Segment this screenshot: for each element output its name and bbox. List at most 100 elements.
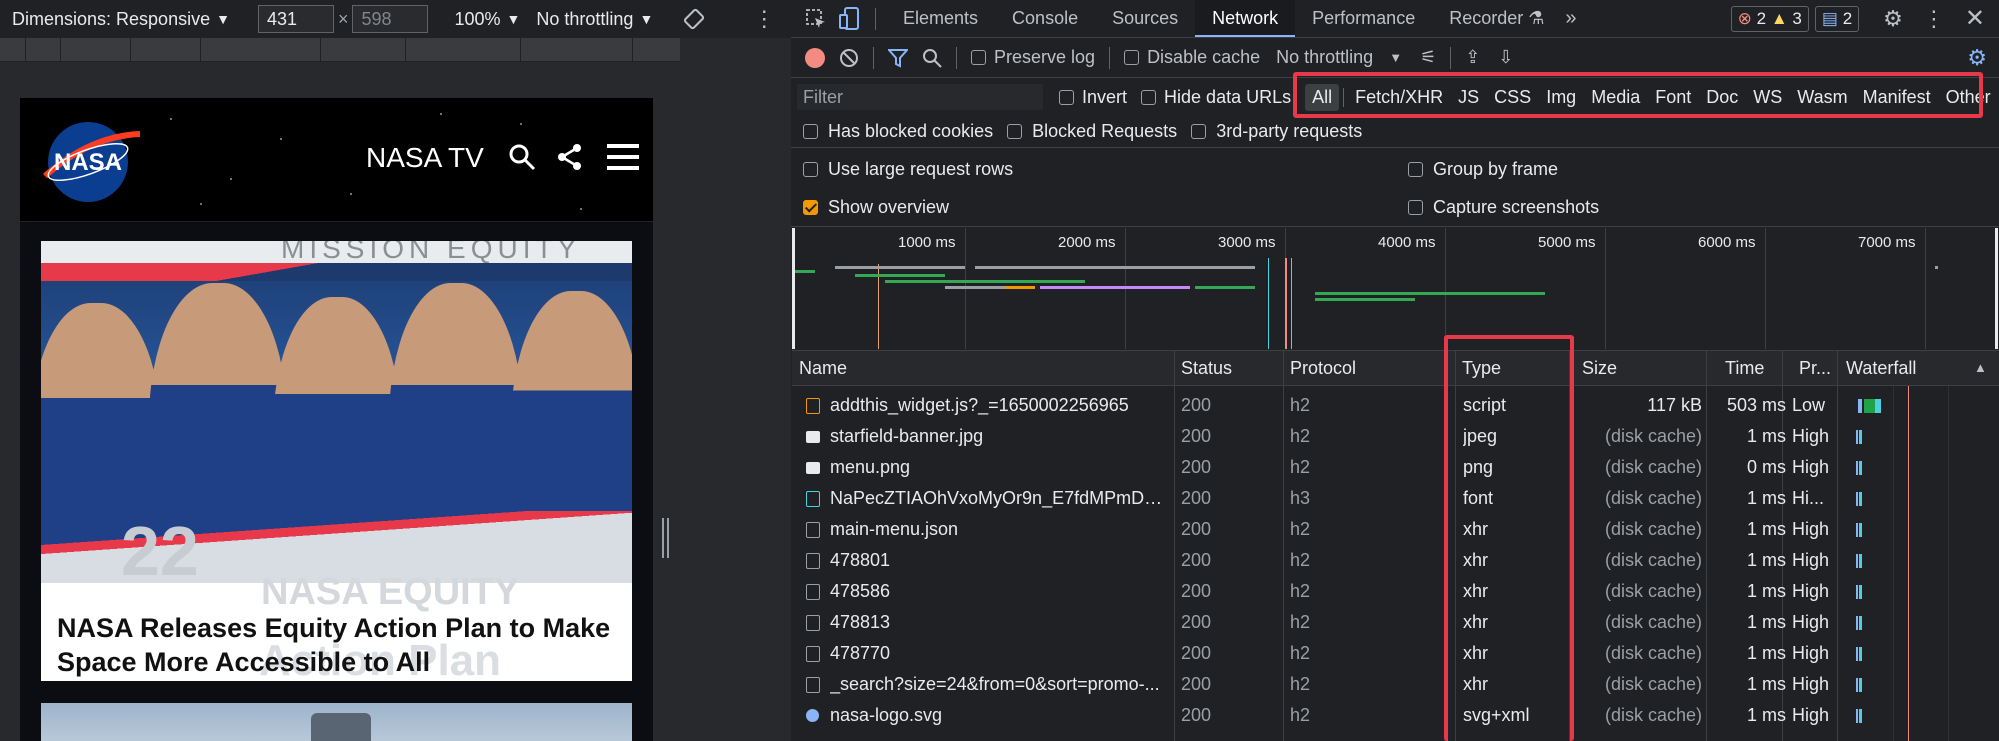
more-options-icon[interactable]: ⋮ [1923,6,1945,32]
request-name[interactable]: starfield-banner.jpg [830,421,1165,452]
column-waterfall[interactable]: Waterfall [1839,351,1916,385]
network-settings: Use large request rows Group by frame Sh… [791,149,1999,227]
search-icon[interactable] [508,143,536,171]
chevron-down-icon[interactable]: ▼ [216,11,230,27]
hide-data-urls-checkbox[interactable] [1141,89,1157,105]
request-name[interactable]: NaPecZTIAOhVxoMyOr9n_E7fdMPmDa... [830,483,1165,514]
large-rows-checkbox[interactable] [803,162,818,177]
table-row[interactable]: 478813 200 h2 xhr (disk cache) 1 ms High [792,607,1999,638]
request-time: 1 ms [1746,426,1786,446]
filter-icon[interactable] [888,48,908,68]
has-blocked-cookies-label: Has blocked cookies [828,121,994,141]
inspect-element-icon[interactable] [805,8,827,30]
table-row[interactable]: addthis_widget.js?_=1650002256965 200 h2 sc… [792,390,1999,421]
column-name[interactable]: Name [792,351,847,385]
column-priority[interactable]: Pr... [1792,351,1831,385]
nasa-logo-icon[interactable]: NASA [40,116,144,204]
export-har-icon[interactable]: ⇩ [1498,47,1513,68]
request-name[interactable]: 478801 [830,545,1165,576]
group-by-frame-checkbox[interactable] [1408,162,1423,177]
waterfall-bar [1856,492,1858,506]
table-row[interactable]: nasa-logo.svg 200 h2 svg+xml (disk cache) 1 m… [792,700,1999,731]
waterfall-bar [1875,399,1881,413]
message-icon: ▤ [1821,8,1838,28]
rotate-icon[interactable] [683,8,705,30]
article-title[interactable]: NASA Releases Equity Action Plan to Make… [57,611,617,679]
request-size: 117 kB [1647,395,1702,415]
throttling-select[interactable]: No throttling [1276,47,1373,68]
column-status[interactable]: Status [1174,351,1232,385]
table-row[interactable]: menu.png 200 h2 png (disk cache) 0 ms High [792,452,1999,483]
search-icon[interactable] [922,48,942,68]
request-name[interactable]: 478770 [830,638,1165,669]
table-row[interactable]: main-menu.json 200 h2 xhr (disk cache) 1 ms Hi… [792,514,1999,545]
large-rows-label: Use large request rows [828,159,1014,179]
tab-recorder[interactable]: Recorder ⚗ [1432,0,1561,37]
warning-icon: ▲ [1770,8,1788,28]
filter-input[interactable]: Filter [797,84,1043,110]
resize-handle[interactable] [662,518,669,558]
capture-screenshots-checkbox[interactable] [1408,200,1423,215]
request-name[interactable]: menu.png [830,452,1165,483]
menu-icon[interactable] [607,144,639,170]
blocked-requests-checkbox[interactable] [1007,124,1023,139]
table-row[interactable]: _search?size=24&from=0&sort=promo-... 200… [792,669,1999,700]
has-blocked-cookies-checkbox[interactable] [803,124,818,139]
article-card[interactable] [41,703,632,741]
settings-gear-icon[interactable]: ⚙ [1883,6,1903,32]
close-icon[interactable]: ✕ [1965,4,1985,33]
issues-badge[interactable]: ⊗ 2 ▲ 3 [1730,5,1809,32]
tab-performance[interactable]: Performance [1295,0,1432,37]
disable-cache-checkbox[interactable] [1124,50,1140,65]
load-event-line [1908,386,1909,741]
request-name[interactable]: addthis_widget.js?_=1650002256965 [830,390,1165,421]
article-card[interactable]: MISSION EQUITY 22 NASA EQUITY Action Pla… [41,241,632,681]
record-icon[interactable] [805,47,825,68]
dimensions-dropdown[interactable]: Dimensions: Responsive [12,9,210,30]
tab-console[interactable]: Console [995,0,1095,37]
table-row[interactable]: 478770 200 h2 xhr (disk cache) 1 ms High [792,638,1999,669]
third-party-checkbox[interactable] [1191,124,1207,139]
preserve-log-checkbox[interactable] [971,50,986,65]
table-row[interactable]: 478586 200 h2 xhr (disk cache) 1 ms High [792,576,1999,607]
width-input[interactable]: 431 [257,5,334,33]
share-icon[interactable] [557,143,583,171]
tab-elements[interactable]: Elements [886,0,995,37]
tab-network[interactable]: Network [1195,0,1296,37]
more-options-icon[interactable]: ⋮ [753,6,775,32]
table-row[interactable]: starfield-banner.jpg 200 h2 jpeg (disk cache… [792,421,1999,452]
height-input[interactable]: 598 [352,5,429,33]
chevron-down-icon[interactable]: ▼ [639,11,653,27]
network-conditions-icon[interactable]: ⚟ [1420,47,1436,68]
overlay-text: NASA EQUITY [261,571,520,613]
request-name[interactable]: main-menu.json [830,514,1165,545]
invert-checkbox[interactable] [1059,89,1074,105]
waterfall-bar [1856,616,1858,630]
request-name[interactable]: _search?size=24&from=0&sort=promo-... [830,669,1165,700]
tab-sources[interactable]: Sources [1095,0,1195,37]
column-protocol[interactable]: Protocol [1283,351,1356,385]
request-protocol: h2 [1290,550,1311,570]
import-har-icon[interactable]: ⇪ [1465,47,1480,68]
request-name[interactable]: 478813 [830,607,1165,638]
show-overview-checkbox[interactable] [803,200,818,215]
messages-badge[interactable]: ▤ 2 [1814,5,1860,32]
chevron-down-icon[interactable]: ▼ [507,11,521,27]
nasa-tv-link[interactable]: NASA TV [366,142,484,174]
waterfall-bar [1859,492,1862,506]
table-row[interactable]: NaPecZTIAOhVxoMyOr9n_E7fdMPmDa... 200 h3 fo… [792,483,1999,514]
sort-triangle-icon[interactable]: ▲ [1974,360,1987,375]
table-row[interactable]: 478801 200 h2 xhr (disk cache) 1 ms High [792,545,1999,576]
request-name[interactable]: nasa-logo.svg [830,700,1165,731]
more-tabs-icon[interactable]: » [1565,7,1576,30]
device-toolbar-icon[interactable] [839,6,861,31]
chevron-down-icon[interactable]: ▼ [1389,50,1402,65]
request-name[interactable]: 478586 [830,576,1165,607]
network-overview[interactable]: 1000 ms 2000 ms 3000 ms 4000 ms 5000 ms … [792,228,1998,349]
column-time[interactable]: Time [1718,351,1764,385]
throttling-dropdown[interactable]: No throttling [536,9,633,30]
zoom-dropdown[interactable]: 100% [454,9,500,30]
column-size[interactable]: Size [1575,351,1617,385]
network-settings-gear-icon[interactable]: ⚙ [1967,45,1987,71]
clear-icon[interactable] [839,48,859,68]
